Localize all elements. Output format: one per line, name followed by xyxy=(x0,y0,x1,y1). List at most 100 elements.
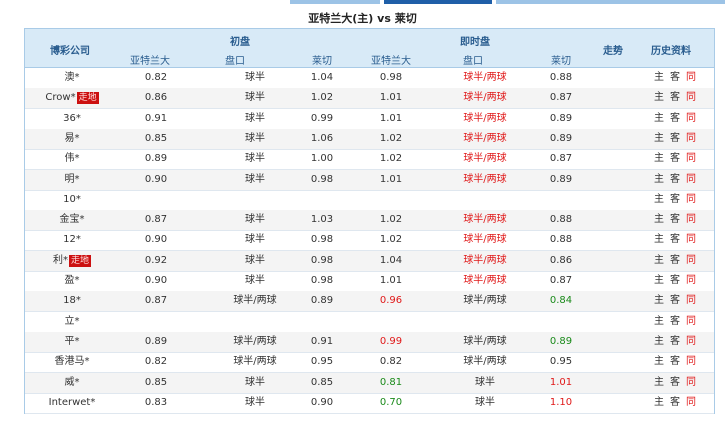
company-name[interactable]: 明* xyxy=(65,174,80,185)
history-away-link[interactable]: 客 xyxy=(667,393,683,413)
history-home-link[interactable]: 主 xyxy=(651,88,667,108)
company-name[interactable]: 18* xyxy=(63,295,81,306)
history-home-link[interactable]: 主 xyxy=(651,149,667,169)
company-name[interactable]: Crow* xyxy=(45,92,75,103)
company-name[interactable]: Interwet* xyxy=(49,397,96,408)
history-h2h-link[interactable]: 同 xyxy=(683,393,699,413)
history-h2h-link[interactable]: 同 xyxy=(683,251,699,271)
history-h2h-link[interactable]: 同 xyxy=(683,170,699,190)
table-row: 平* 0.89 球半/两球 0.91 0.99 球半/两球 0.89 主客同 xyxy=(25,331,714,353)
history-h2h-link[interactable]: 同 xyxy=(683,373,699,393)
history-away-link[interactable]: 客 xyxy=(667,251,683,271)
history-h2h-link[interactable]: 同 xyxy=(683,291,699,311)
company-name[interactable]: 36* xyxy=(63,113,81,124)
history-h2h-link[interactable]: 同 xyxy=(683,332,699,352)
history-h2h-link[interactable]: 同 xyxy=(683,109,699,129)
in-play-badge[interactable]: 走地 xyxy=(76,92,99,105)
history-home-link[interactable]: 主 xyxy=(651,373,667,393)
history-h2h-link[interactable]: 同 xyxy=(683,271,699,291)
company-name-cell[interactable]: 立* xyxy=(25,312,119,332)
history-away-link[interactable]: 客 xyxy=(667,291,683,311)
history-away-link[interactable]: 客 xyxy=(667,230,683,250)
history-home-link[interactable]: 主 xyxy=(651,109,667,129)
history-home-link[interactable]: 主 xyxy=(651,190,667,210)
company-name[interactable]: 澳* xyxy=(65,72,80,83)
company-name-cell[interactable]: 18* xyxy=(25,291,119,311)
tab-inactive-right[interactable] xyxy=(496,0,725,4)
company-name[interactable]: 立* xyxy=(65,316,80,327)
company-name[interactable]: 威* xyxy=(65,377,80,388)
company-name[interactable]: 伟* xyxy=(65,153,80,164)
company-name-cell[interactable]: 平* xyxy=(25,332,119,352)
history-away-link[interactable]: 客 xyxy=(667,170,683,190)
history-h2h-link[interactable]: 同 xyxy=(683,210,699,230)
history-h2h-link[interactable]: 同 xyxy=(683,312,699,332)
company-name-cell[interactable]: 12* xyxy=(25,230,119,250)
company-name-cell[interactable]: 威* xyxy=(25,373,119,393)
history-links: 主客同 xyxy=(635,149,715,169)
live-away-odds: 0.87 xyxy=(549,92,573,104)
company-name-cell[interactable]: Interwet* xyxy=(25,393,119,413)
table-row: 18* 0.87 球半/两球 0.89 0.96 球半/两球 0.84 主客同 xyxy=(25,291,714,313)
company-name-cell[interactable]: 明* xyxy=(25,170,119,190)
company-name[interactable]: 易* xyxy=(65,133,80,144)
company-name[interactable]: 12* xyxy=(63,234,81,245)
history-away-link[interactable]: 客 xyxy=(667,312,683,332)
history-h2h-link[interactable]: 同 xyxy=(683,149,699,169)
history-home-link[interactable]: 主 xyxy=(651,251,667,271)
history-home-link[interactable]: 主 xyxy=(651,312,667,332)
history-home-link[interactable]: 主 xyxy=(651,332,667,352)
initial-home-odds xyxy=(121,190,191,210)
company-name[interactable]: 平* xyxy=(65,336,80,347)
company-name[interactable]: 利* xyxy=(53,255,68,266)
live-away-odds xyxy=(525,312,597,332)
history-away-link[interactable]: 客 xyxy=(667,352,683,372)
history-home-link[interactable]: 主 xyxy=(651,210,667,230)
header-live-away: 莱切 xyxy=(551,56,571,67)
history-away-link[interactable]: 客 xyxy=(667,149,683,169)
history-h2h-link[interactable]: 同 xyxy=(683,352,699,372)
tab-inactive-left[interactable] xyxy=(290,0,380,4)
tab-active[interactable] xyxy=(384,0,492,4)
history-h2h-link[interactable]: 同 xyxy=(683,68,699,88)
history-home-link[interactable]: 主 xyxy=(651,393,667,413)
history-home-link[interactable]: 主 xyxy=(651,352,667,372)
history-away-link[interactable]: 客 xyxy=(667,88,683,108)
history-h2h-link[interactable]: 同 xyxy=(683,88,699,108)
company-name-cell[interactable]: 金宝* xyxy=(25,210,119,230)
history-away-link[interactable]: 客 xyxy=(667,68,683,88)
history-away-link[interactable]: 客 xyxy=(667,373,683,393)
history-away-link[interactable]: 客 xyxy=(667,332,683,352)
history-away-link[interactable]: 客 xyxy=(667,271,683,291)
company-name-cell[interactable]: 伟* xyxy=(25,149,119,169)
history-home-link[interactable]: 主 xyxy=(651,291,667,311)
company-name[interactable]: 10* xyxy=(63,194,81,205)
company-name[interactable]: 盈* xyxy=(65,275,80,286)
history-h2h-link[interactable]: 同 xyxy=(683,230,699,250)
history-away-link[interactable]: 客 xyxy=(667,109,683,129)
company-name[interactable]: 金宝* xyxy=(60,214,85,225)
history-away-link[interactable]: 客 xyxy=(667,190,683,210)
history-home-link[interactable]: 主 xyxy=(651,230,667,250)
in-play-badge[interactable]: 走地 xyxy=(68,254,91,267)
company-name-cell[interactable]: 盈* xyxy=(25,271,119,291)
history-away-link[interactable]: 客 xyxy=(667,210,683,230)
company-name-cell[interactable]: 香港马* xyxy=(25,352,119,372)
history-h2h-link[interactable]: 同 xyxy=(683,190,699,210)
company-name-cell[interactable]: 利* 走地 xyxy=(25,251,119,271)
history-away-link[interactable]: 客 xyxy=(667,129,683,149)
company-name-cell[interactable]: 36* xyxy=(25,109,119,129)
initial-away-odds: 0.98 xyxy=(310,254,334,266)
company-name[interactable]: 香港马* xyxy=(55,356,90,367)
history-home-link[interactable]: 主 xyxy=(651,129,667,149)
history-home-link[interactable]: 主 xyxy=(651,271,667,291)
initial-away-odds: 0.89 xyxy=(310,295,334,307)
company-name-cell[interactable]: Crow* 走地 xyxy=(25,88,119,108)
history-home-link[interactable]: 主 xyxy=(651,170,667,190)
history-links: 主客同 xyxy=(635,190,715,210)
company-name-cell[interactable]: 易* xyxy=(25,129,119,149)
history-h2h-link[interactable]: 同 xyxy=(683,129,699,149)
company-name-cell[interactable]: 澳* xyxy=(25,68,119,88)
history-home-link[interactable]: 主 xyxy=(651,68,667,88)
company-name-cell[interactable]: 10* xyxy=(25,190,119,210)
